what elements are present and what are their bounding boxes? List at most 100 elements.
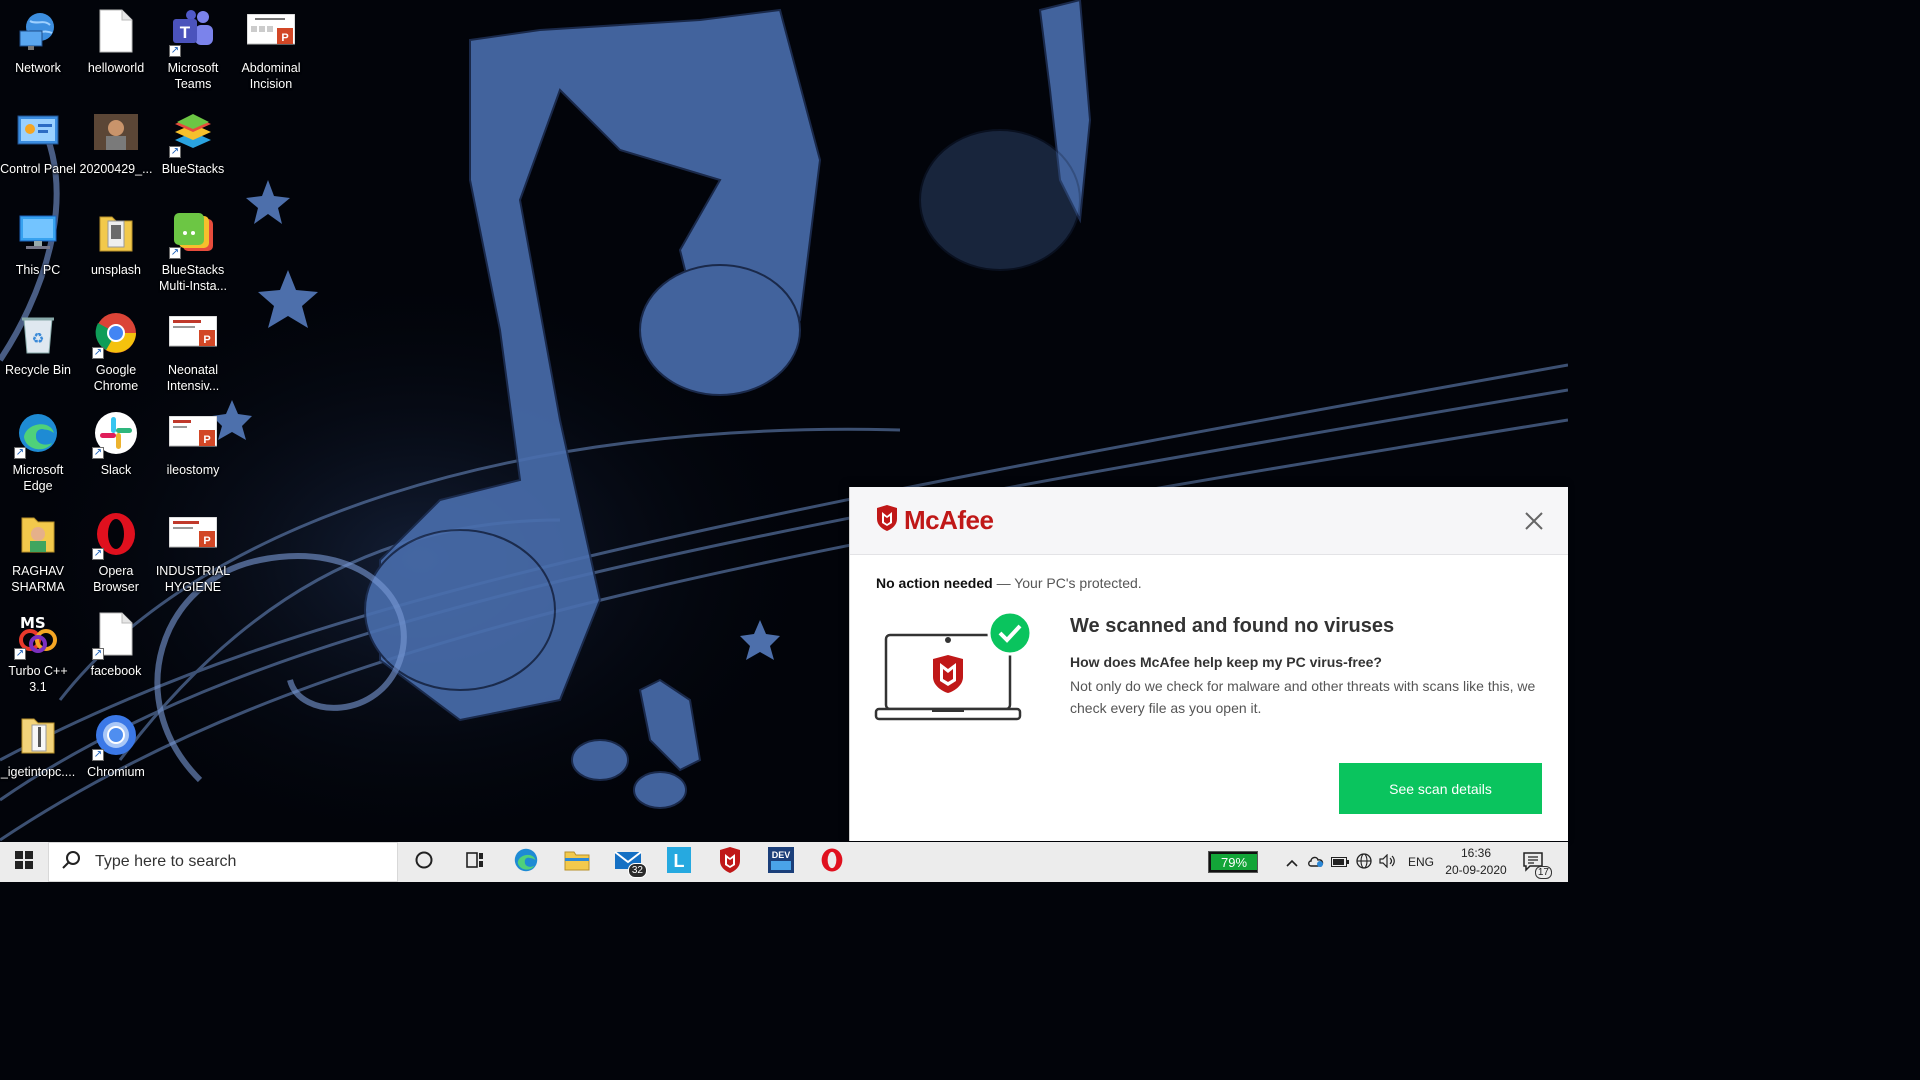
close-icon[interactable] [1522, 509, 1546, 533]
mcafee-shield-icon [876, 505, 898, 536]
desktop-icon-microsoft-teams[interactable]: T ↗ Microsoft Teams [154, 3, 232, 92]
slack-icon: ↗ [92, 409, 140, 459]
cloud-sync-icon [1307, 854, 1325, 871]
show-hidden-icons-button[interactable] [1280, 842, 1304, 882]
search-icon [61, 850, 81, 875]
status-bold: No action needed [876, 575, 993, 591]
cortana-button[interactable] [398, 842, 449, 882]
desktop-icon-raghav-sharma[interactable]: RAGHAV SHARMA [0, 506, 77, 595]
chromium-icon: ↗ [92, 711, 140, 761]
desktop-icon-opera-browser[interactable]: ↗ Opera Browser [77, 506, 155, 595]
taskbar-l-app-button[interactable]: L [653, 842, 704, 882]
desktop-icon-industrial-hygiene[interactable]: P INDUSTRIAL HYGIENE [154, 506, 232, 595]
chevron-up-icon [1286, 854, 1298, 870]
desktop-icon-bluestacks[interactable]: ↗ BlueStacks [154, 104, 232, 177]
desktop-icon-label: Chromium [87, 765, 145, 779]
battery-tray-button[interactable] [1328, 842, 1352, 882]
desktop-icon-label: Control Panel [0, 162, 76, 176]
taskbar-mcafee-button[interactable] [704, 842, 755, 882]
desktop-icon-ileostomy[interactable]: P ileostomy [154, 405, 232, 478]
recycle-bin-icon: ♻ [14, 309, 62, 357]
desktop-icon-label: Microsoft Teams [167, 61, 219, 91]
turbo-cpp-icon: MS ↗ [14, 610, 62, 660]
network-tray-button[interactable] [1352, 842, 1376, 882]
powerpoint-file-icon: P [169, 409, 217, 457]
battery-level: 79% [1211, 854, 1257, 870]
desktop-icon-helloworld[interactable]: helloworld [77, 3, 155, 76]
shortcut-arrow-icon: ↗ [169, 247, 181, 259]
bluestacks-multi-icon: ↗ [169, 209, 217, 259]
svg-text:L: L [673, 851, 684, 871]
file-explorer-icon [564, 849, 590, 876]
input-language-indicator[interactable]: ENG [1408, 855, 1434, 869]
desktop-icon-label: _igetintopc.... [0, 765, 76, 779]
desktop-icon-label: Network [15, 61, 61, 75]
teams-icon: T ↗ [169, 7, 217, 57]
desktop-icon-label: BlueStacks Multi-Insta... [158, 263, 228, 293]
desktop-icon-unsplash[interactable]: unsplash [77, 205, 155, 278]
taskbar-file-explorer-button[interactable] [551, 842, 602, 882]
desktop-icon-bluestacks-multi[interactable]: ↗ BlueStacks Multi-Insta... [154, 205, 232, 294]
help-question: How does McAfee help keep my PC virus-fr… [1070, 654, 1382, 670]
volume-tray-button[interactable] [1376, 842, 1400, 882]
desktop-icon-google-chrome[interactable]: ↗ Google Chrome [77, 305, 155, 394]
shortcut-arrow-icon: ↗ [92, 548, 104, 560]
desktop-icon-slack[interactable]: ↗ Slack [77, 405, 155, 478]
folder-icon [92, 209, 140, 257]
zip-folder-icon [14, 711, 62, 759]
svg-text:MS: MS [20, 614, 46, 632]
see-scan-details-button[interactable]: See scan details [1339, 763, 1542, 814]
desktop-icon-label: Slack [100, 463, 132, 477]
onedrive-tray-button[interactable] [1304, 842, 1328, 882]
powerpoint-file-icon: P [247, 7, 295, 55]
search-placeholder: Type here to search [95, 853, 237, 870]
network-icon [14, 7, 62, 55]
mcafee-notification: McAfee No action needed — Your PC's prot… [849, 487, 1568, 841]
taskbar-opera-button[interactable] [806, 842, 857, 882]
task-view-button[interactable] [449, 842, 500, 882]
desktop-icon-facebook[interactable]: ↗ facebook [77, 606, 155, 679]
battery-meter-widget[interactable]: 79% [1208, 851, 1258, 873]
svg-text:♻: ♻ [32, 331, 45, 347]
mcafee-icon [719, 846, 741, 878]
desktop-icon-abdominal-incision[interactable]: P Abdominal Incision [232, 3, 310, 92]
desktop-icon-this-pc[interactable]: This PC [0, 205, 77, 278]
bluestacks-icon: ↗ [169, 108, 217, 158]
windows-logo-icon [15, 850, 33, 874]
desktop-icon-recycle-bin[interactable]: ♻ Recycle Bin [0, 305, 77, 378]
taskbar-clock[interactable]: 16:36 20-09-2020 [1444, 845, 1508, 879]
l-app-icon: L [666, 846, 691, 878]
svg-text:P: P [203, 334, 210, 346]
desktop-icon-microsoft-edge[interactable]: ↗ Microsoft Edge [0, 405, 77, 494]
desktop-icon-chromium[interactable]: ↗ Chromium [77, 707, 155, 780]
opera-icon: ↗ [92, 510, 140, 560]
desktop-icon-network[interactable]: Network [0, 3, 77, 76]
shortcut-arrow-icon: ↗ [169, 146, 181, 158]
edge-icon: ↗ [14, 409, 62, 459]
taskbar-edge-button[interactable] [500, 842, 551, 882]
devc-icon: DEV [767, 846, 794, 878]
photo-file-icon [92, 108, 140, 156]
desktop-icon-label: Neonatal Intensiv... [166, 363, 220, 393]
mcafee-logo: McAfee [876, 505, 994, 536]
desktop-icon-turbo-cpp[interactable]: MS ↗ Turbo C++ 3.1 [0, 606, 77, 695]
shortcut-arrow-icon: ↗ [92, 648, 104, 660]
protection-status: No action needed — Your PC's protected. [876, 575, 1142, 591]
desktop-icon-label: Microsoft Edge [12, 463, 64, 493]
taskbar-devc-button[interactable]: DEV [755, 842, 806, 882]
taskbar-mail-button[interactable]: 32 [602, 842, 653, 882]
svg-text:T: T [180, 23, 191, 42]
mail-unread-badge: 32 [627, 863, 647, 878]
desktop-icon-neonatal[interactable]: P Neonatal Intensiv... [154, 305, 232, 394]
opera-icon [820, 847, 844, 878]
task-view-icon [465, 850, 485, 875]
action-center-button[interactable]: 17 [1522, 850, 1552, 879]
status-text: — Your PC's protected. [992, 575, 1142, 591]
desktop-icon-igetintopc[interactable]: _igetintopc.... [0, 707, 77, 780]
taskbar-search-box[interactable]: Type here to search [48, 842, 398, 882]
start-button[interactable] [0, 842, 48, 882]
desktop-icon-20200429[interactable]: 20200429_... [77, 104, 155, 177]
desktop-icon-control-panel[interactable]: Control Panel [0, 104, 77, 177]
desktop-icon-label: Recycle Bin [5, 363, 71, 377]
speaker-icon [1379, 853, 1397, 871]
